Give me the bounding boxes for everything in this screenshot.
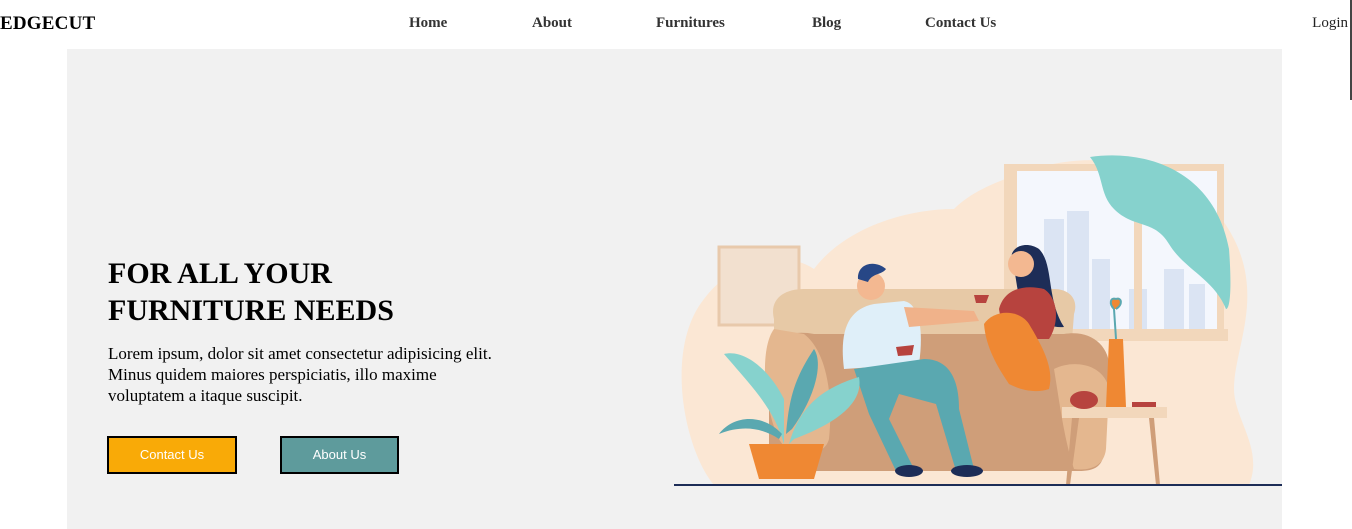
nav-link-furnitures[interactable]: Furnitures xyxy=(656,15,725,32)
hero-title: FOR ALL YOUR FURNITURE NEEDS xyxy=(108,255,488,329)
hero-section: FOR ALL YOUR FURNITURE NEEDS Lorem ipsum… xyxy=(67,49,1282,529)
contact-us-button[interactable]: Contact Us xyxy=(107,436,237,474)
about-us-button[interactable]: About Us xyxy=(280,436,399,474)
brand-logo[interactable]: EDGECUT xyxy=(0,13,95,35)
hero-title-line-2: FURNITURE NEEDS xyxy=(108,294,394,327)
nav-link-home[interactable]: Home xyxy=(409,15,447,32)
hero-title-line-1: FOR ALL YOUR xyxy=(108,257,332,290)
hero-description: Lorem ipsum, dolor sit amet consectetur … xyxy=(108,344,492,405)
nav-link-blog[interactable]: Blog xyxy=(812,15,841,32)
nav-link-contact-us[interactable]: Contact Us xyxy=(925,15,996,32)
couple-on-sofa-illustration xyxy=(674,155,1282,486)
login-link[interactable]: Login xyxy=(1312,15,1348,32)
nav-link-about[interactable]: About xyxy=(532,15,572,32)
navbar: EDGECUT Home About Furnitures Blog Conta… xyxy=(0,0,1352,48)
